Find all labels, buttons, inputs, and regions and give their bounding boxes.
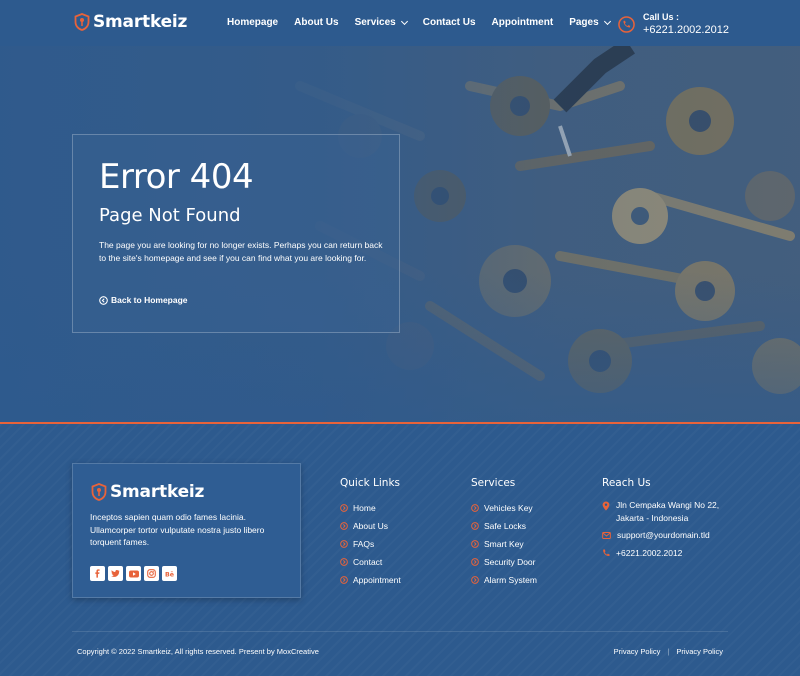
service-link-alarm-system[interactable]: Alarm System [471,571,537,589]
arrow-circle-right-icon [340,504,348,512]
quick-link-appointment[interactable]: Appointment [340,571,401,589]
privacy-policy-link[interactable]: Privacy Policy [614,647,661,656]
footer-brand-card: Smartkeiz Inceptos sapien quam odio fame… [72,463,301,598]
arrow-circle-right-icon [340,558,348,566]
service-link-safe-locks[interactable]: Safe Locks [471,517,537,535]
services-column: Services Vehicles Key Safe Locks Smart K… [471,477,537,589]
phone-icon [603,548,610,556]
shield-key-icon [74,13,90,31]
quick-link-label: Home [353,503,376,513]
quick-link-about-us[interactable]: About Us [340,517,401,535]
youtube-icon[interactable] [126,566,141,581]
quick-link-label: FAQs [353,539,375,549]
error-subtitle: Page Not Found [99,205,241,226]
back-link-label: Back to Homepage [111,295,188,305]
call-label: Call Us : [643,12,680,22]
reach-address: Jln Cempaka Wangi No 22, Jakarta - Indon… [602,499,742,524]
privacy-policy-link[interactable]: Privacy Policy [676,647,723,656]
call-text: Call Us : +6221.2002.2012 [643,12,729,36]
service-link-label: Vehicles Key [484,503,533,513]
quick-links-column: Quick Links Home About Us FAQs Contact A… [340,477,401,589]
main-nav: Homepage About Us Services Contact Us Ap… [227,17,626,28]
envelope-icon [602,532,611,539]
reach-email[interactable]: support@yourdomain.tld [602,529,742,542]
copyright-text: Copyright © 2022 Smartkeiz, All rights r… [77,647,319,656]
nav-label: Services [354,17,396,28]
arrow-circle-left-icon [99,295,108,305]
reach-phone[interactable]: +6221.2002.2012 [602,547,742,560]
footer-divider [72,631,728,632]
service-link-label: Security Door [484,557,536,567]
facebook-icon[interactable] [90,566,105,581]
reach-email-text: support@yourdomain.tld [617,530,710,540]
service-link-vehicles-key[interactable]: Vehicles Key [471,499,537,517]
nav-item-homepage[interactable]: Homepage [227,17,278,28]
service-link-label: Safe Locks [484,521,527,531]
service-link-smart-key[interactable]: Smart Key [471,535,537,553]
arrow-circle-right-icon [340,576,348,584]
site-header: Smartkeiz Homepage About Us Services Con… [0,0,800,46]
shield-key-icon [91,483,107,501]
nav-item-about-us[interactable]: About Us [294,17,338,28]
reach-us-title: Reach Us [602,477,651,489]
quick-link-home[interactable]: Home [340,499,401,517]
nav-label: Appointment [491,17,554,28]
arrow-circle-right-icon [471,540,479,548]
quick-link-label: Contact [353,557,383,567]
policy-separator: | [667,647,670,656]
chevron-down-icon [400,17,408,25]
arrow-circle-right-icon [471,558,479,566]
quick-link-faqs[interactable]: FAQs [340,535,401,553]
footer-logo-text: Smartkeiz [110,482,205,502]
services-title: Services [471,477,516,489]
svg-text:Bē: Bē [165,571,174,578]
nav-label: Homepage [227,17,279,28]
phone-icon [618,15,635,33]
site-footer: Smartkeiz Inceptos sapien quam odio fame… [0,424,800,676]
nav-label: About Us [294,17,339,28]
instagram-icon[interactable] [144,566,159,581]
quick-link-label: Appointment [353,575,401,585]
arrow-circle-right-icon [471,504,479,512]
arrow-circle-right-icon [340,540,348,548]
quick-link-contact[interactable]: Contact [340,553,401,571]
policy-links: Privacy Policy | Privacy Policy [614,647,723,656]
twitter-icon[interactable] [108,566,123,581]
behance-icon[interactable]: Bē [162,566,177,581]
footer-logo[interactable]: Smartkeiz [91,482,204,502]
nav-item-appointment[interactable]: Appointment [492,17,554,28]
logo-text: Smartkeiz [93,12,188,32]
map-pin-icon [602,501,610,511]
footer-description: Inceptos sapien quam odio fames lacinia.… [90,512,265,547]
hero-section: Error 404 Page Not Found The page you ar… [0,46,800,422]
call-number: +6221.2002.2012 [643,24,729,36]
nav-label: Contact Us [422,17,476,28]
arrow-circle-right-icon [340,522,348,530]
nav-item-contact-us[interactable]: Contact Us [423,17,476,28]
back-to-homepage-link[interactable]: Back to Homepage [99,295,188,305]
arrow-circle-right-icon [471,522,479,530]
error-description: The page you are looking for no longer e… [99,240,383,263]
site-logo[interactable]: Smartkeiz [74,12,187,32]
nav-item-pages[interactable]: Pages [569,17,611,28]
chevron-down-icon [603,17,611,25]
reach-us-column: Reach Us Jln Cempaka Wangi No 22, Jakart… [602,477,742,564]
social-links: Bē [90,566,177,581]
error-title: Error 404 [99,157,254,197]
service-link-label: Smart Key [484,539,524,549]
nav-label: Pages [569,17,599,28]
reach-address-text: Jln Cempaka Wangi No 22, Jakarta - Indon… [616,500,720,523]
reach-phone-text: +6221.2002.2012 [616,547,683,558]
service-link-label: Alarm System [484,575,537,585]
error-card: Error 404 Page Not Found The page you ar… [72,134,400,333]
service-link-security-door[interactable]: Security Door [471,553,537,571]
nav-item-services[interactable]: Services [354,17,408,28]
call-us[interactable]: Call Us : +6221.2002.2012 [618,12,729,36]
quick-link-label: About Us [353,521,388,531]
arrow-circle-right-icon [471,576,479,584]
quick-links-title: Quick Links [340,477,401,489]
